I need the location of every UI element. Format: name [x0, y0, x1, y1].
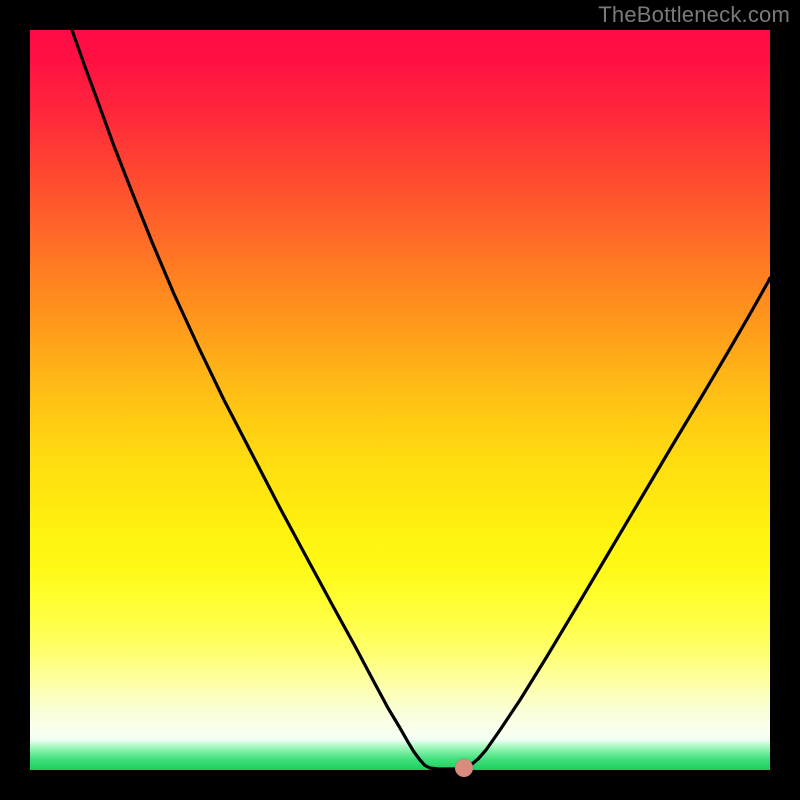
- optimal-point-marker: [455, 759, 473, 777]
- chart-frame: TheBottleneck.com: [0, 0, 800, 800]
- watermark-text: TheBottleneck.com: [598, 2, 790, 28]
- curve-path: [72, 30, 770, 769]
- plot-area: [30, 30, 770, 770]
- bottleneck-curve: [30, 30, 770, 770]
